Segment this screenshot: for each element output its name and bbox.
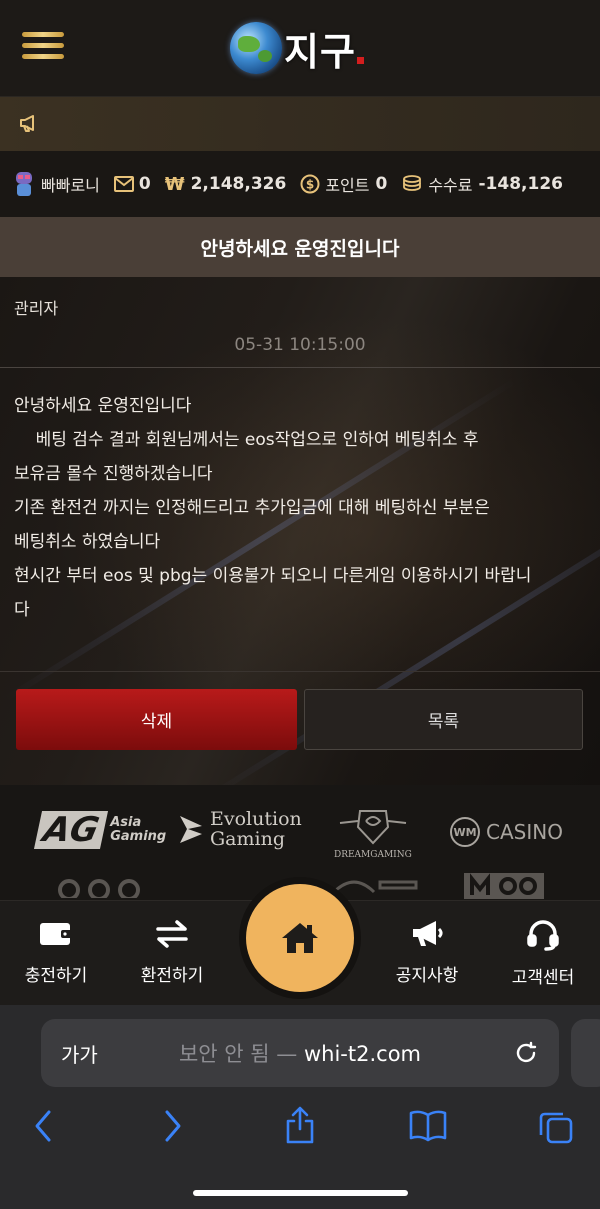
post-content: 관리자 05-31 10:15:00 안녕하세요 운영진입니다 베팅 검수 결과… [0, 277, 600, 785]
home-indicator [193, 1190, 408, 1196]
user-profile[interactable]: 빠빠로니 [12, 170, 100, 198]
url-text: 보안 안 됨 — whi-t2.com [41, 1038, 559, 1068]
evolution-icon [180, 816, 202, 843]
balance-value: 2,148,326 [190, 174, 287, 194]
ag-mark: AG [33, 810, 109, 850]
evolution-gaming-logo[interactable]: Evolution Gaming [178, 809, 302, 849]
user-info-bar: 빠빠로니 0 ₩ 2,148,326 $ 포인트 0 수수료 -148,126 [0, 151, 600, 217]
fee-value: -148,126 [478, 174, 564, 194]
divider [0, 367, 600, 368]
tab-support-label: 고객센터 [511, 968, 575, 988]
bookmarks-icon[interactable] [408, 1109, 448, 1143]
logo-dot [356, 56, 364, 64]
post-title: 안녕하세요 운영진입니다 [0, 217, 600, 277]
points-label: 포인트 [325, 176, 370, 195]
evo-line2: Gaming [210, 828, 285, 850]
casino-text: CASINO [486, 820, 563, 844]
post-body: 안녕하세요 운영진입니다 베팅 검수 결과 회원님께서는 eos작업으로 인하여… [14, 396, 532, 620]
fee-display: 수수료 -148,126 [401, 172, 563, 196]
notice-bar[interactable] [0, 97, 600, 151]
home-icon [282, 923, 318, 953]
delete-button[interactable]: 삭제 [16, 689, 297, 750]
points-value: 0 [375, 174, 388, 194]
ag-sub-line2: Gaming [110, 829, 167, 844]
logo-text: 지구 [284, 28, 356, 74]
ag-subtitle: Asia Gaming [110, 816, 166, 844]
username: 빠빠로니 [41, 176, 100, 195]
reload-icon[interactable] [513, 1040, 539, 1066]
wm-mark: WM [450, 817, 480, 847]
avatar-icon [16, 172, 32, 196]
list-button[interactable]: 목록 [304, 689, 583, 750]
url-domain: whi-t2.com [303, 1042, 422, 1066]
balance-display: ₩ 2,148,326 [165, 174, 287, 195]
address-bar[interactable]: 가가 보안 안 됨 — whi-t2.com [41, 1019, 559, 1087]
message-count: 0 [138, 174, 151, 194]
svg-text:$: $ [306, 178, 314, 192]
post-author: 관리자 [14, 299, 59, 318]
tab-deposit[interactable]: 충전하기 [1, 919, 111, 986]
headset-icon [527, 920, 559, 951]
coin-icon: $ [300, 174, 320, 194]
hamburger-menu-icon[interactable] [22, 32, 64, 62]
back-icon[interactable] [32, 1109, 54, 1143]
swap-arrows-icon [156, 920, 188, 948]
home-button[interactable] [246, 884, 354, 992]
tab-exchange[interactable]: 환전하기 [117, 919, 227, 986]
messages-link[interactable]: 0 [113, 174, 151, 194]
tabs-icon[interactable] [538, 1109, 574, 1145]
wm-casino-logo[interactable]: WM CASINO [450, 817, 563, 847]
won-icon: ₩ [164, 173, 185, 195]
dragon-shield-icon [339, 810, 407, 845]
next-tab-preview[interactable] [571, 1019, 600, 1087]
divider [0, 671, 600, 672]
megaphone-icon [20, 115, 34, 132]
insecure-warning: 보안 안 됨 — [178, 1042, 298, 1066]
share-icon[interactable] [284, 1105, 316, 1145]
forward-icon[interactable] [162, 1109, 184, 1143]
dream-gaming-logo[interactable]: DREAMGAMING [334, 807, 412, 860]
browser-toolbar: 가가 보안 안 됨 — whi-t2.com [0, 1005, 600, 1209]
points-display[interactable]: $ 포인트 0 [300, 172, 387, 196]
post-date: 05-31 10:15:00 [234, 335, 366, 355]
site-logo[interactable]: 지구 [230, 20, 364, 76]
coin-stack-icon [403, 175, 422, 191]
tab-deposit-label: 충전하기 [24, 966, 88, 986]
tab-support[interactable]: 고객센터 [488, 919, 598, 988]
tab-notice[interactable]: 공지사항 [372, 919, 482, 986]
globe-icon [230, 22, 282, 74]
envelope-icon [113, 176, 134, 192]
dream-text: DREAMGAMING [334, 850, 412, 860]
tab-exchange-label: 환전하기 [140, 966, 204, 986]
megaphone-icon [413, 921, 443, 946]
wallet-icon [40, 923, 73, 945]
tab-notice-label: 공지사항 [395, 966, 459, 986]
app-header: 지구 [0, 0, 600, 97]
asia-gaming-logo[interactable]: AG Asia Gaming [33, 810, 166, 850]
fee-label: 수수료 [428, 176, 473, 195]
evo-line1: Evolution [210, 808, 302, 830]
evolution-text: Evolution Gaming [210, 809, 302, 849]
ag-sub-line1: Asia [110, 815, 142, 830]
